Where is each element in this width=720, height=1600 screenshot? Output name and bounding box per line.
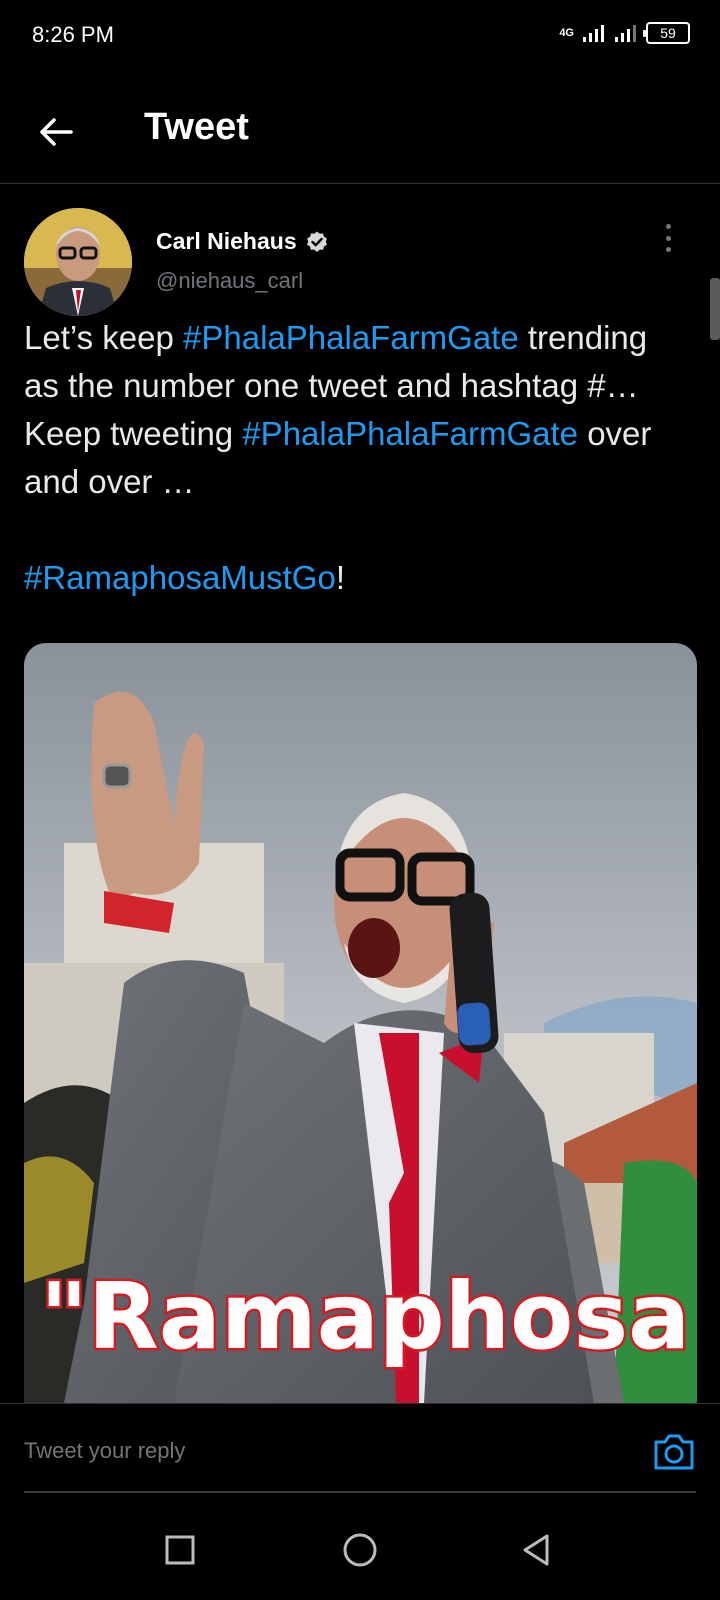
circle-icon — [343, 1533, 377, 1567]
status-icons: 4G 59 — [559, 22, 690, 44]
recents-button[interactable] — [160, 1530, 200, 1570]
network-type: 4G — [559, 27, 574, 39]
more-vertical-icon-dot — [665, 247, 671, 252]
hashtag-link[interactable]: #PhalaPhalaFarmGate — [242, 415, 578, 452]
app-header: Tweet — [0, 72, 720, 184]
author-name[interactable]: Carl Niehaus — [156, 228, 329, 255]
battery-level: 59 — [660, 25, 676, 41]
media-photo: "Ramaphosa — [24, 643, 697, 1403]
back-arrow-icon — [40, 118, 73, 146]
media-caption: "Ramaphosa — [40, 1263, 690, 1370]
back-nav-button[interactable] — [516, 1530, 556, 1570]
author-handle[interactable]: @niehaus_carl — [156, 268, 303, 294]
tweet-text: Let’s keep #PhalaPhalaFarmGate trending … — [24, 314, 684, 602]
signal-strength-icon — [583, 25, 604, 42]
more-vertical-icon-dot — [665, 235, 671, 241]
reply-bar — [0, 1403, 720, 1497]
square-icon — [165, 1535, 195, 1565]
avatar-image — [24, 208, 132, 316]
author-name-text: Carl Niehaus — [156, 228, 297, 254]
verified-badge-icon — [306, 231, 327, 252]
system-nav-bar — [0, 1500, 720, 1600]
camera-button[interactable] — [652, 1432, 696, 1472]
tweet-media-image[interactable]: "Ramaphosa — [24, 643, 697, 1403]
reply-divider — [24, 1491, 696, 1493]
triangle-back-icon — [523, 1534, 549, 1566]
battery-icon: 59 — [643, 22, 690, 44]
camera-icon — [654, 1434, 694, 1470]
status-bar: 8:26 PM 4G 59 — [0, 0, 720, 72]
scrollbar-thumb[interactable] — [710, 278, 720, 340]
hashtag-link[interactable]: #RamaphosaMustGo — [24, 559, 336, 596]
avatar[interactable] — [24, 208, 132, 316]
home-button[interactable] — [340, 1530, 380, 1570]
tweet-text-part: Let’s keep — [24, 319, 184, 356]
back-button[interactable] — [30, 106, 82, 158]
more-vertical-icon-dot — [665, 224, 671, 229]
signal-strength-2-icon — [615, 25, 636, 42]
tweet-text-part: ! — [335, 559, 345, 596]
tweet-paragraph: #RamaphosaMustGo! — [24, 554, 684, 602]
reply-input[interactable] — [24, 1438, 584, 1464]
page-title: Tweet — [144, 106, 249, 148]
tweet-paragraph: Let’s keep #PhalaPhalaFarmGate trending … — [24, 314, 684, 506]
status-time: 8:26 PM — [32, 22, 114, 47]
more-options-button[interactable] — [656, 224, 680, 252]
hashtag-link[interactable]: #PhalaPhalaFarmGate — [183, 319, 519, 356]
